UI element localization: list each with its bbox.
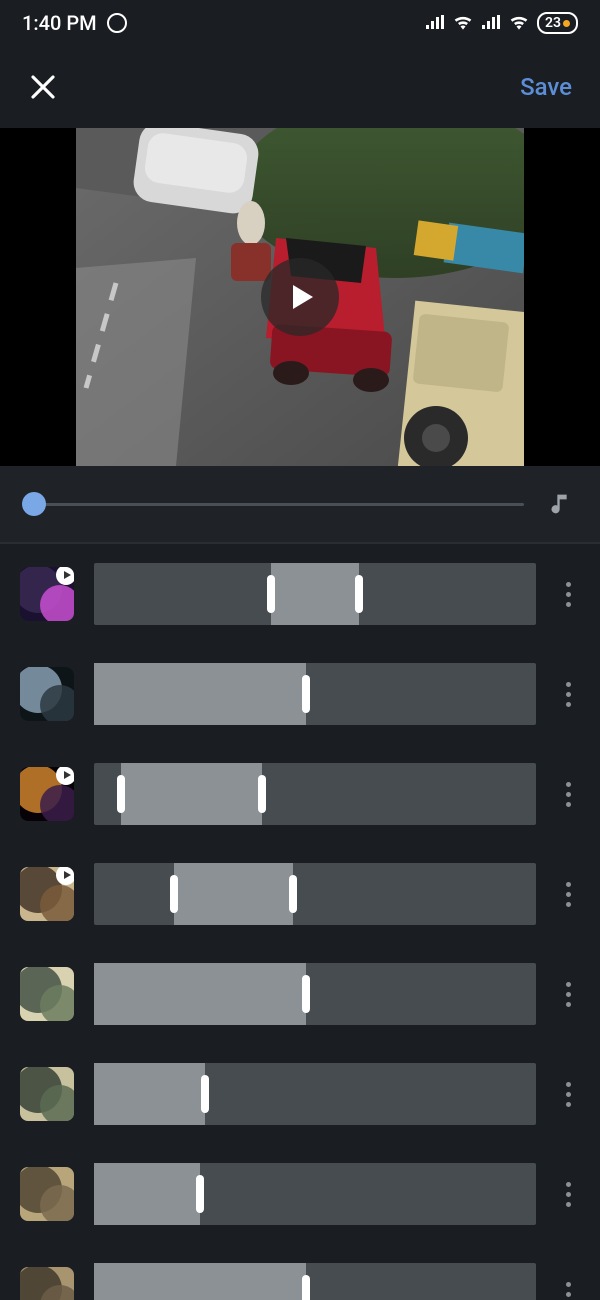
play-button[interactable] <box>261 258 339 336</box>
clip-more-button[interactable] <box>556 1182 580 1207</box>
playhead-slider[interactable] <box>24 503 524 506</box>
trim-handle-end[interactable] <box>302 1275 310 1300</box>
assistant-icon <box>107 13 127 33</box>
clip-trim-bar[interactable] <box>94 763 536 825</box>
status-icons: 23 <box>425 12 578 34</box>
clip-thumbnail[interactable] <box>20 967 74 1021</box>
video-badge-icon <box>56 567 74 585</box>
clip-trim-bar[interactable] <box>94 1063 536 1125</box>
clip-trim-bar[interactable] <box>94 563 536 625</box>
video-badge-icon <box>56 767 74 785</box>
trim-handle-start[interactable] <box>117 775 125 813</box>
clip-trim-bar[interactable] <box>94 963 536 1025</box>
music-icon[interactable] <box>548 490 576 518</box>
clip-row <box>0 544 600 644</box>
trim-handle-end[interactable] <box>302 975 310 1013</box>
signal-icon <box>425 15 445 31</box>
playhead-thumb[interactable] <box>22 492 46 516</box>
trim-handle-end[interactable] <box>196 1175 204 1213</box>
clip-more-button[interactable] <box>556 1082 580 1107</box>
video-badge-icon <box>56 867 74 885</box>
signal-icon <box>481 15 501 31</box>
clip-thumbnail[interactable] <box>20 1067 74 1121</box>
clip-more-button[interactable] <box>556 682 580 707</box>
clip-more-button[interactable] <box>556 582 580 607</box>
clip-more-button[interactable] <box>556 982 580 1007</box>
trim-handle-end[interactable] <box>302 675 310 713</box>
clip-row <box>0 644 600 744</box>
trim-handle-end[interactable] <box>289 875 297 913</box>
video-preview[interactable] <box>76 128 524 466</box>
editor-header: Save <box>0 46 600 128</box>
clip-thumbnail[interactable] <box>20 1167 74 1221</box>
wifi-icon <box>509 13 529 33</box>
trim-handle-end[interactable] <box>258 775 266 813</box>
clip-row <box>0 1044 600 1144</box>
clock: 1:40 PM <box>22 11 97 35</box>
clip-trim-bar[interactable] <box>94 863 536 925</box>
trim-handle-end[interactable] <box>201 1075 209 1113</box>
clip-trim-bar[interactable] <box>94 663 536 725</box>
wifi-icon <box>453 13 473 33</box>
clip-row <box>0 1244 600 1300</box>
clip-thumbnail[interactable] <box>20 767 74 821</box>
clip-more-button[interactable] <box>556 882 580 907</box>
clip-thumbnail[interactable] <box>20 1267 74 1300</box>
clip-thumbnail[interactable] <box>20 867 74 921</box>
status-bar: 1:40 PM 23 <box>0 0 600 46</box>
clip-trim-bar[interactable] <box>94 1263 536 1300</box>
play-icon <box>293 285 313 309</box>
clip-thumbnail[interactable] <box>20 667 74 721</box>
clip-row <box>0 944 600 1044</box>
video-preview-area <box>0 128 600 466</box>
clip-row <box>0 844 600 944</box>
clip-row <box>0 1144 600 1244</box>
close-icon[interactable] <box>28 72 58 102</box>
clip-list <box>0 544 600 1300</box>
clip-more-button[interactable] <box>556 782 580 807</box>
trim-handle-end[interactable] <box>355 575 363 613</box>
battery-indicator: 23 <box>537 12 578 34</box>
clip-row <box>0 744 600 844</box>
trim-handle-start[interactable] <box>267 575 275 613</box>
clip-thumbnail[interactable] <box>20 567 74 621</box>
playhead-row <box>0 466 600 542</box>
clip-trim-bar[interactable] <box>94 1163 536 1225</box>
save-button[interactable]: Save <box>520 73 572 101</box>
clip-more-button[interactable] <box>556 1282 580 1300</box>
trim-handle-start[interactable] <box>170 875 178 913</box>
